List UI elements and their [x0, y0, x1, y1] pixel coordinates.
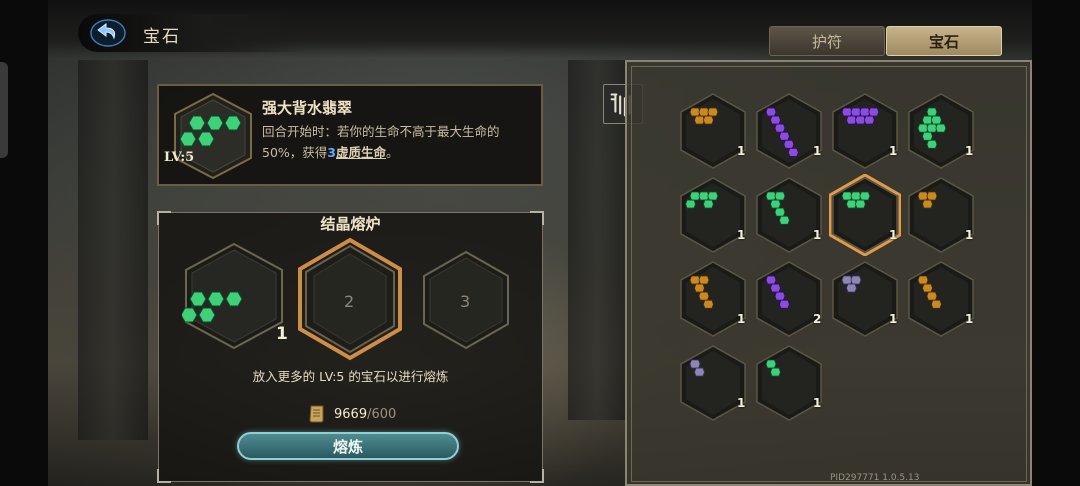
gem-count: 1	[965, 312, 974, 326]
gem-slot[interactable]: 1	[677, 174, 749, 256]
gem-count: 2	[813, 312, 822, 326]
gem-name: 强大背水翡翠	[262, 99, 353, 117]
gem-count: 1	[889, 144, 898, 158]
cost-required: 600	[371, 407, 397, 422]
gem-count: 1	[965, 144, 974, 158]
smelt-button[interactable]: 熔炼	[237, 432, 459, 460]
slot-3-label: 3	[460, 292, 471, 311]
green-gem-icon	[828, 173, 902, 257]
gem-count: 1	[813, 228, 822, 242]
build-id: PID297771 1.0.5.13	[830, 473, 920, 483]
selected-gem-icon	[174, 92, 252, 180]
slot-1-count: 1	[276, 324, 288, 344]
amber-gem-icon	[680, 93, 746, 169]
keyword-link[interactable]: 虚质生命	[336, 145, 386, 160]
gem-slot[interactable]: 1	[753, 90, 825, 172]
gem-count: 1	[813, 144, 822, 158]
slot-2-label: 2	[344, 292, 355, 311]
gem-count: 1	[737, 396, 746, 410]
furnace-hint: 放入更多的 LV:5 的宝石以进行熔炼	[252, 369, 449, 384]
gem-slot[interactable]: 2	[753, 258, 825, 340]
screen-edge-right	[1032, 0, 1080, 486]
gem-info-card: LV:5 强大背水翡翠 回合开始时：若你的生命不高于最大生命的50%，获得3虚质…	[157, 84, 543, 186]
gem-count: 1	[737, 228, 746, 242]
gem-desc-suffix: 。	[386, 145, 399, 160]
gem-description: 回合开始时：若你的生命不高于最大生命的50%，获得3虚质生命。	[262, 121, 532, 163]
cost-current: 9669	[334, 407, 368, 422]
lilac-gem-icon	[832, 261, 898, 337]
amber-gem-icon	[680, 261, 746, 337]
gem-count: 1	[737, 144, 746, 158]
tab-amulet[interactable]: 护符	[769, 26, 885, 56]
furnace-slot-1[interactable]	[182, 240, 286, 352]
gem-count: 1	[737, 312, 746, 326]
gem-slot[interactable]: 1	[828, 173, 902, 257]
amber-gem-icon	[908, 261, 974, 337]
screen-notch	[0, 62, 8, 158]
gem-level: LV:5	[164, 150, 195, 165]
green-gem-icon	[908, 93, 974, 169]
green-gem-icon	[756, 177, 822, 253]
gem-slot[interactable]: 1	[905, 258, 977, 340]
amber-gem-icon	[908, 177, 974, 253]
gem-desc-value: 3	[327, 145, 336, 160]
purple-gem-icon	[832, 93, 898, 169]
purple-gem-icon	[756, 261, 822, 337]
gem-count: 1	[889, 312, 898, 326]
scroll-icon	[309, 405, 324, 423]
furnace-title: 结晶熔炉	[320, 215, 381, 233]
gem-slot[interactable]: 1	[677, 90, 749, 172]
gem-slot[interactable]: 1	[829, 90, 901, 172]
lilac-gem-icon	[680, 345, 746, 421]
green-gem-icon	[680, 177, 746, 253]
gem-slot[interactable]: 1	[905, 174, 977, 256]
gem-slot[interactable]: 1	[753, 342, 825, 424]
gem-count: 1	[965, 228, 974, 242]
page-title: 宝石	[143, 27, 181, 47]
green-gem-icon	[756, 345, 822, 421]
gem-slot[interactable]: 1	[677, 258, 749, 340]
gem-slot[interactable]: 1	[677, 342, 749, 424]
gem-slot[interactable]: 1	[753, 174, 825, 256]
smelt-cost: 9669/600	[334, 407, 396, 422]
gem-slot[interactable]: 1	[905, 90, 977, 172]
gem-count: 1	[813, 396, 822, 410]
gem-slot[interactable]: 1	[829, 258, 901, 340]
purple-gem-icon	[756, 93, 822, 169]
back-arrow-icon[interactable]	[90, 18, 126, 48]
gem-count: 1	[889, 228, 898, 242]
tab-gem[interactable]: 宝石	[886, 26, 1002, 56]
